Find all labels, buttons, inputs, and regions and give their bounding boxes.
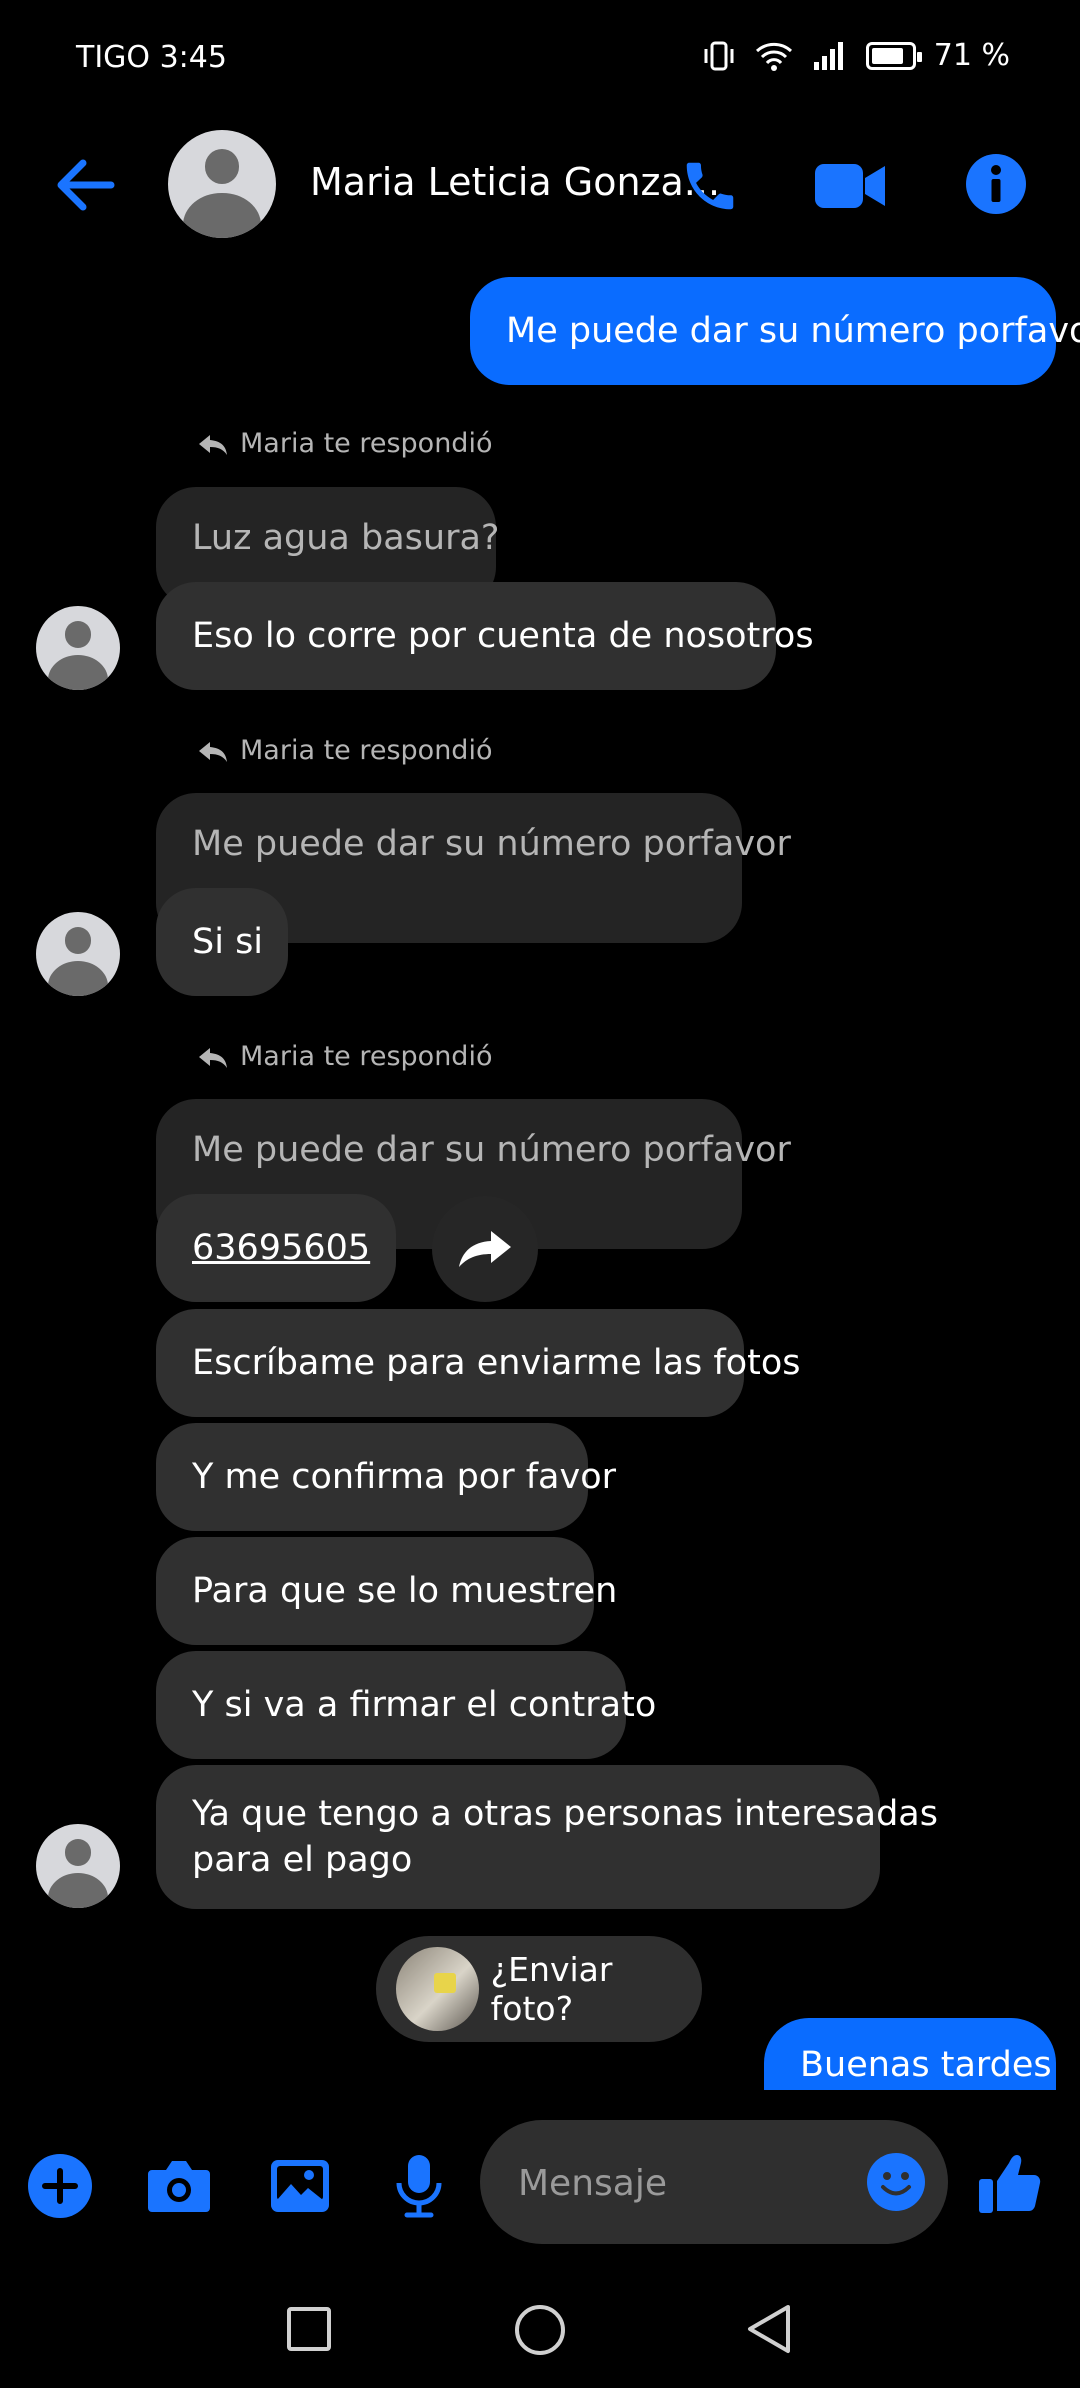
emoji-button[interactable] (864, 2150, 928, 2214)
info-button[interactable] (962, 150, 1030, 218)
gallery-button[interactable] (262, 2150, 338, 2222)
share-arrow-icon (459, 1231, 511, 1267)
received-message[interactable]: Y me confirma por favor (156, 1423, 616, 1531)
info-icon (966, 154, 1026, 214)
reply-indicator-label: Maria te respondió (240, 735, 493, 766)
carrier-time: TIGO 3:45 (76, 40, 227, 75)
send-photo-label: ¿Enviar foto? (490, 1950, 613, 2028)
sender-avatar[interactable] (36, 1824, 120, 1908)
message-line: para el pago (192, 1840, 413, 1880)
reply-arrow-icon (199, 741, 227, 762)
reply-arrow-icon (199, 434, 227, 455)
received-message[interactable]: Y si va a firmar el contrato (156, 1651, 656, 1759)
message-line: Ya que tengo a otras personas interesada… (192, 1794, 938, 1834)
signal-icon (813, 41, 843, 70)
back-button[interactable] (50, 150, 120, 220)
square-icon (287, 2307, 331, 2351)
voice-call-button[interactable] (672, 148, 748, 224)
send-photo-suggestion[interactable]: ¿Enviar foto? (376, 1936, 702, 2042)
home-button[interactable] (510, 2300, 570, 2360)
phone-icon (686, 162, 734, 210)
reply-indicator: Maria te respondió (196, 735, 492, 766)
status-icons: 71 % (702, 38, 1010, 73)
received-message[interactable]: Si si (156, 888, 288, 996)
sent-message-1[interactable]: Me puede dar su número porfavor (470, 277, 1080, 385)
wifi-icon (755, 42, 792, 71)
video-camera-icon (815, 164, 885, 208)
sender-avatar[interactable] (36, 606, 120, 690)
reply-indicator: Maria te respondió (196, 1041, 492, 1072)
received-message-phone[interactable]: 63695605 (156, 1194, 396, 1302)
received-message-multiline[interactable]: Ya que tengo a otras personas interesada… (156, 1765, 938, 1909)
more-actions-button[interactable] (24, 2150, 96, 2222)
circle-icon (515, 2305, 565, 2355)
video-call-button[interactable] (810, 148, 890, 224)
reply-arrow-icon (199, 1047, 227, 1068)
contact-avatar[interactable] (168, 130, 276, 238)
contact-name[interactable]: Maria Leticia Gonza... (310, 160, 720, 204)
vibrate-icon (704, 41, 734, 70)
battery-icon (865, 41, 922, 70)
microphone-icon (396, 2155, 442, 2218)
sender-avatar[interactable] (36, 912, 120, 996)
received-message[interactable]: Para que se lo muestren (156, 1537, 617, 1645)
message-input[interactable] (516, 2120, 880, 2246)
back-nav-button[interactable] (740, 2300, 798, 2358)
battery-level: 71 % (933, 38, 1010, 73)
forward-button[interactable] (432, 1196, 538, 1302)
recents-button[interactable] (280, 2300, 338, 2358)
phone-number-link[interactable]: 63695605 (192, 1225, 370, 1271)
reply-indicator-label: Maria te respondió (240, 1041, 493, 1072)
camera-icon (148, 2161, 210, 2212)
plus-circle-icon (28, 2154, 92, 2218)
voice-message-button[interactable] (386, 2150, 452, 2222)
like-button[interactable] (970, 2142, 1050, 2226)
camera-button[interactable] (142, 2150, 216, 2222)
triangle-back-icon (748, 2305, 790, 2353)
photo-thumbnail (396, 1947, 479, 2031)
arrow-left-icon (57, 159, 115, 211)
status-bar: TIGO 3:45 71 % (0, 0, 1080, 120)
message-input-container[interactable] (480, 2120, 948, 2246)
thumbs-up-icon (979, 2155, 1041, 2213)
image-icon (271, 2160, 329, 2212)
emoji-icon (867, 2153, 925, 2211)
reply-indicator: Maria te respondió (196, 428, 492, 459)
received-message[interactable]: Eso lo corre por cuenta de nosotros (156, 582, 814, 690)
received-message[interactable]: Escríbame para enviarme las fotos (156, 1309, 801, 1417)
reply-indicator-label: Maria te respondió (240, 428, 493, 459)
